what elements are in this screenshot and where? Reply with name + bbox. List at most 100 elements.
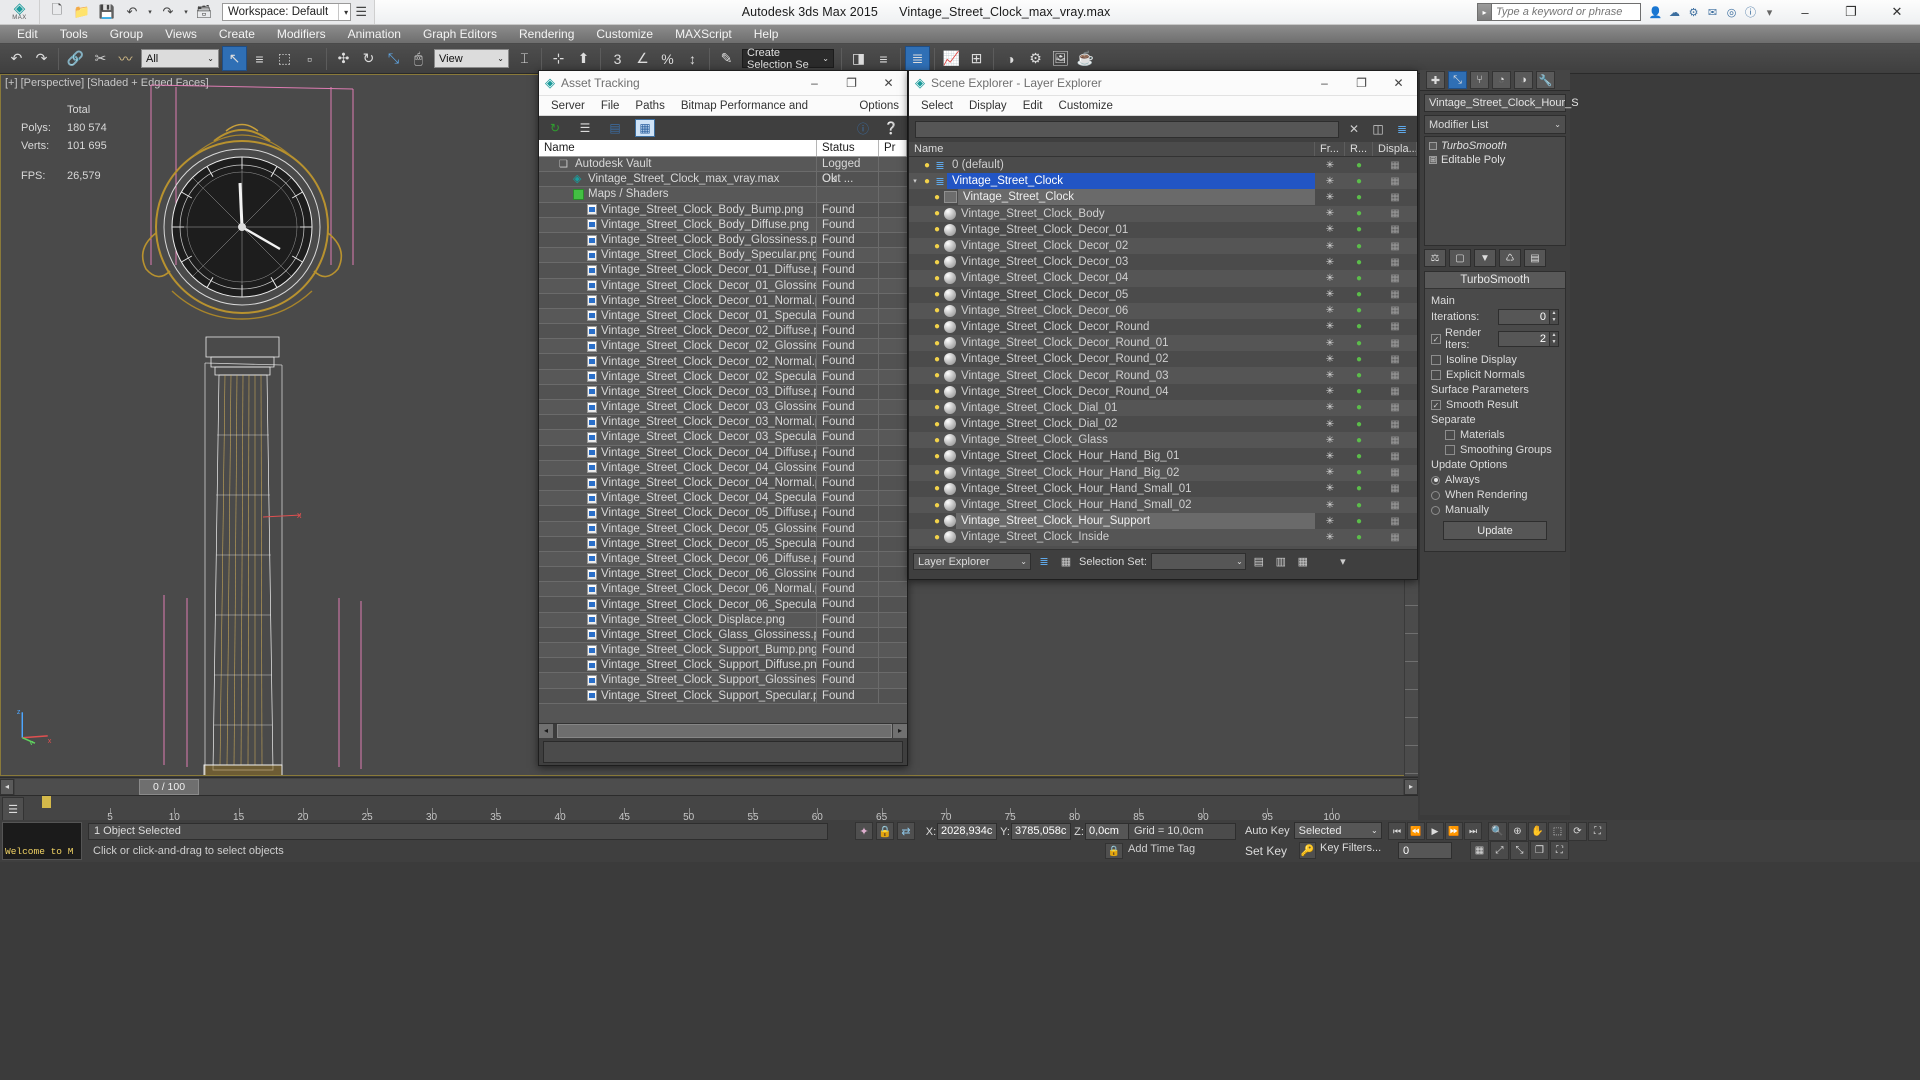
smooth-result-row[interactable]: ✓ Smooth Result <box>1431 399 1559 411</box>
modifier-expand-icon[interactable]: ⊞ <box>1429 156 1437 164</box>
selection-set-dropdown[interactable]: ⌄ <box>1150 553 1246 570</box>
next-frame-button[interactable]: ▸ <box>1404 778 1418 795</box>
object-name[interactable]: Vintage_Street_Clock_Decor_02 <box>956 238 1315 254</box>
object-name[interactable]: Vintage_Street_Clock_Hour_Hand_Big_01 <box>956 448 1315 464</box>
viewport-scroll-segment[interactable] <box>1405 662 1418 690</box>
asset-name-cell[interactable]: Vintage_Street_Clock_Decor_02_Normal.png <box>539 354 817 369</box>
window-crossing-button[interactable]: ▫ <box>297 46 322 71</box>
asset-tracking-path-field[interactable] <box>543 741 903 763</box>
current-frame-field[interactable]: 0 <box>1398 842 1452 859</box>
light-bulb-icon[interactable]: ● <box>931 466 943 479</box>
renderable-toggle-icon[interactable]: ● <box>1345 451 1373 462</box>
display-mode-icon[interactable]: ▦ <box>1373 160 1417 171</box>
object-name[interactable]: Vintage_Street_Clock <box>958 189 1315 206</box>
select-and-move-button[interactable]: ✣ <box>331 46 356 71</box>
asset-name-cell[interactable]: Vintage_Street_Clock_Decor_05_Glossiness… <box>539 521 817 536</box>
asset-name-cell[interactable]: Vintage_Street_Clock_Decor_03_Glossiness… <box>539 400 817 415</box>
freeze-toggle-icon[interactable]: ✳ <box>1315 160 1345 171</box>
renderable-toggle-icon[interactable]: ● <box>1345 370 1373 381</box>
object-name[interactable]: Vintage_Street_Clock_Glass <box>956 432 1315 448</box>
rollout-title[interactable]: TurboSmooth <box>1425 272 1565 289</box>
named-selection-sets-button[interactable]: ✎ <box>714 46 739 71</box>
list-item[interactable]: ● Vintage_Street_Clock ✳ ● ▦ <box>909 189 1417 206</box>
freeze-toggle-icon[interactable]: ✳ <box>1315 402 1345 413</box>
freeze-toggle-icon[interactable]: ✳ <box>1315 354 1345 365</box>
renderable-toggle-icon[interactable]: ● <box>1345 257 1373 268</box>
time-lock-icon[interactable]: 🔒 <box>1105 843 1123 859</box>
table-row[interactable]: Maps / Shaders <box>539 187 907 203</box>
table-row[interactable]: Vintage_Street_Clock_Decor_04_Specular.p… <box>539 491 907 507</box>
scene-explorer-minimize[interactable]: – <box>1306 71 1343 96</box>
mesh-object-icon[interactable] <box>944 531 956 544</box>
clear-search-icon[interactable]: ✕ <box>1345 120 1363 138</box>
renderable-toggle-icon[interactable]: ● <box>1345 386 1373 397</box>
freeze-toggle-icon[interactable]: ✳ <box>1315 224 1345 235</box>
table-row[interactable]: Vintage_Street_Clock_Decor_04_Diffuse.pn… <box>539 445 907 461</box>
freeze-toggle-icon[interactable]: ✳ <box>1315 483 1345 494</box>
table-row[interactable]: ◈ Vintage_Street_Clock_max_vray.max Ok <box>539 172 907 188</box>
layer-icon[interactable]: ≣ <box>933 159 947 172</box>
list-item[interactable]: ● Vintage_Street_Clock_Decor_04 ✳ ● ▦ <box>909 270 1417 287</box>
renderable-toggle-icon[interactable]: ● <box>1345 321 1373 332</box>
menu-tools[interactable]: Tools <box>49 25 99 44</box>
display-mode-icon[interactable]: ▦ <box>1373 192 1417 203</box>
key-lock-icon[interactable]: 🔒 <box>876 822 894 840</box>
list-item[interactable]: ● Vintage_Street_Clock_Decor_05 ✳ ● ▦ <box>909 286 1417 303</box>
mirror-tool-button[interactable]: ◨ <box>846 46 871 71</box>
light-bulb-icon[interactable]: ● <box>931 256 943 269</box>
select-object-button[interactable]: ↖ <box>222 46 247 71</box>
coord-y-value[interactable]: 3785,058c <box>1011 823 1071 840</box>
se-menu-customize[interactable]: Customize <box>1051 96 1121 116</box>
mesh-object-icon[interactable] <box>944 353 956 366</box>
autodesk-360-icon[interactable]: ◎ <box>1723 4 1740 21</box>
menu-group[interactable]: Group <box>99 25 154 44</box>
asset-tracking-minimize[interactable]: – <box>796 71 833 96</box>
display-mode-icon[interactable]: ▦ <box>1373 257 1417 268</box>
list-item[interactable]: ● Vintage_Street_Clock_Decor_Round_02 ✳ ● ▦ <box>909 351 1417 368</box>
menu-create[interactable]: Create <box>208 25 266 44</box>
freeze-toggle-icon[interactable]: ✳ <box>1315 370 1345 381</box>
object-name[interactable]: Vintage_Street_Clock_Dial_02 <box>956 416 1315 432</box>
list-item[interactable]: ● Vintage_Street_Clock_Hour_Hand_Small_02… <box>909 496 1417 514</box>
project-folder-button[interactable]: 🗃 <box>193 2 215 22</box>
nav2-button-3[interactable]: ❐ <box>1530 841 1549 860</box>
prev-frame-button[interactable]: ◂ <box>0 778 14 795</box>
render-iters-value[interactable]: 2 <box>1498 331 1550 347</box>
scroll-left-icon[interactable]: ◂ <box>539 723 553 738</box>
table-row[interactable]: Vintage_Street_Clock_Decor_02_Specular.p… <box>539 369 907 385</box>
rendered-frame-window-button[interactable]: 🖼 <box>1048 46 1073 71</box>
make-unique-button[interactable]: ▼ <box>1474 249 1496 267</box>
new-layer-icon[interactable]: ◫ <box>1369 120 1387 138</box>
communication-icon[interactable]: ✉ <box>1704 4 1721 21</box>
materials-row[interactable]: Materials <box>1431 429 1559 441</box>
se-menu-select[interactable]: Select <box>913 96 961 116</box>
update-button[interactable]: Update <box>1443 521 1547 540</box>
asset-name-cell[interactable]: Vintage_Street_Clock_Support_Diffuse.png <box>539 658 817 673</box>
object-name[interactable]: Vintage_Street_Clock_Decor_04 <box>956 270 1315 286</box>
list-item[interactable]: ● Vintage_Street_Clock_Hour_Hand_Big_02 ✳ ●… <box>909 464 1417 481</box>
modifier-stack-item-editable-poly[interactable]: ⊞ Editable Poly <box>1425 153 1565 167</box>
modify-tab[interactable]: ⤡ <box>1448 71 1467 89</box>
overflow-icon[interactable]: ▾ <box>1334 553 1352 571</box>
asset-name-cell[interactable]: Vintage_Street_Clock_Body_Glossiness.png <box>539 232 817 248</box>
absolute-mode-icon[interactable]: ⇄ <box>897 822 915 840</box>
isoline-display-row[interactable]: Isoline Display <box>1431 354 1559 366</box>
playback-button-3[interactable]: ⏩ <box>1445 822 1463 840</box>
asset-name-cell[interactable]: Vintage_Street_Clock_Decor_03_Diffuse.pn… <box>539 384 817 399</box>
col-pr[interactable]: Pr <box>879 140 907 156</box>
freeze-toggle-icon[interactable]: ✳ <box>1315 273 1345 284</box>
freeze-toggle-icon[interactable]: ✳ <box>1315 208 1345 219</box>
selection-filter-dropdown[interactable]: All ⌄ <box>141 49 219 68</box>
col-render[interactable]: R... <box>1345 142 1373 156</box>
mesh-object-icon[interactable] <box>944 401 956 414</box>
object-name[interactable]: Vintage_Street_Clock_Decor_Round_03 <box>956 368 1315 384</box>
renderable-toggle-icon[interactable]: ● <box>1345 467 1373 478</box>
display-mode-icon[interactable]: ▦ <box>1373 435 1417 446</box>
selection-set-remove-button[interactable]: ▦ <box>1294 553 1312 571</box>
col-name[interactable]: Name <box>539 140 817 156</box>
playback-button-4[interactable]: ⏭ <box>1464 822 1482 840</box>
at-menu-file[interactable]: File <box>593 96 628 116</box>
freeze-toggle-icon[interactable]: ✳ <box>1315 386 1345 397</box>
list-view-button[interactable]: ☰ <box>575 119 595 137</box>
when-rendering-row[interactable]: When Rendering <box>1431 489 1559 501</box>
